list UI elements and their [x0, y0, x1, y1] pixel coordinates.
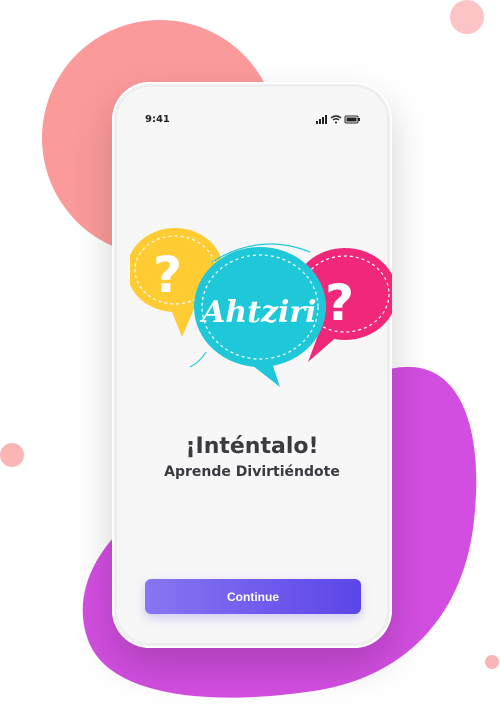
salmon-dot-top-right — [450, 0, 484, 34]
status-bar: 9:41 — [112, 82, 392, 142]
page-title: ¡Inténtalo! — [185, 434, 319, 459]
wifi-icon — [330, 115, 342, 124]
battery-icon — [344, 115, 360, 124]
ahtziri-logo: ? ? Ahtziri — [130, 228, 392, 387]
status-icons — [316, 115, 360, 124]
question-mark-yellow: ? — [153, 246, 182, 304]
continue-button[interactable]: Continue — [145, 579, 361, 614]
salmon-dot-left — [0, 443, 24, 467]
salmon-dot-bottom-right — [485, 655, 499, 669]
brand-text: Ahtziri — [199, 295, 317, 330]
question-mark-pink: ? — [325, 274, 354, 332]
page-subtitle: Aprende Divirtiéndote — [164, 464, 340, 480]
signal-icon — [316, 115, 327, 124]
phone-mockup: 9:41 ? ? Ahtziri ¡Inténtalo! Aprende Div… — [112, 82, 392, 648]
status-time: 9:41 — [145, 114, 170, 125]
